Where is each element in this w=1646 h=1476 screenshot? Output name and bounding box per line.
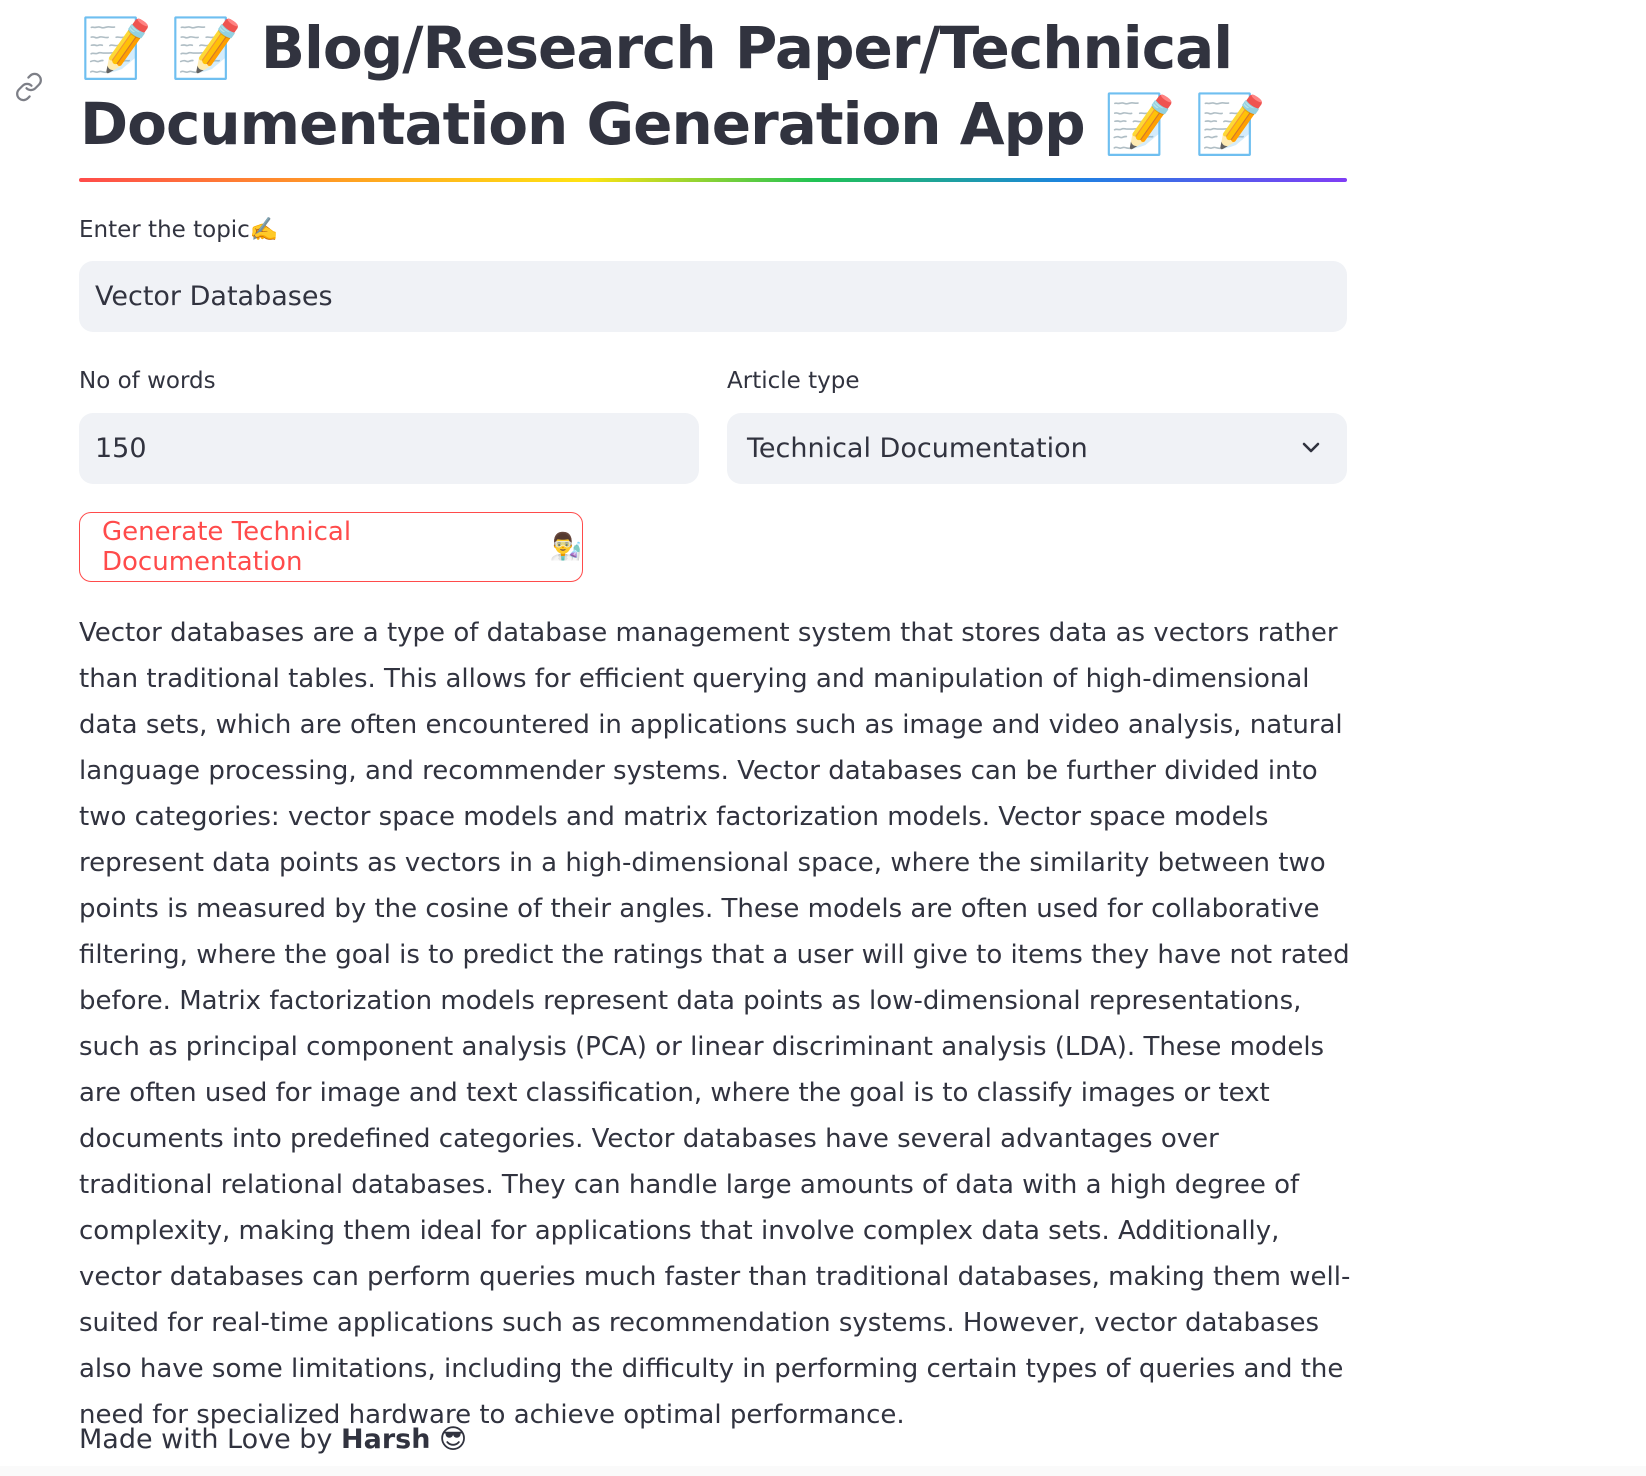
words-label: No of words (79, 368, 216, 394)
article-type-label: Article type (727, 368, 860, 394)
bottom-bar (0, 1466, 1646, 1476)
scientist-emoji: 👨‍🔬 (549, 532, 582, 562)
topic-input[interactable] (95, 281, 1347, 312)
article-type-select[interactable]: Technical Documentation (727, 413, 1347, 484)
page-title: 📝 📝 Blog/Research Paper/Technical Docume… (80, 14, 1267, 158)
topic-input-container[interactable] (79, 261, 1347, 332)
footer-emoji: 😎 (439, 1424, 468, 1455)
footer-credit: Made with Love by Harsh 😎 (79, 1424, 467, 1455)
article-type-selected: Technical Documentation (747, 433, 1088, 464)
words-input-container[interactable] (79, 413, 699, 484)
words-input[interactable] (95, 433, 699, 464)
generated-article: Vector databases are a type of database … (79, 618, 1351, 1430)
generate-button[interactable]: Generate Technical Documentation 👨‍🔬 (79, 512, 583, 582)
footer-author: Harsh (341, 1424, 431, 1455)
link-icon[interactable] (12, 70, 46, 104)
topic-label: Enter the topic✍️ (79, 217, 279, 243)
title-divider (79, 178, 1347, 182)
footer-prefix: Made with Love by (79, 1424, 341, 1455)
chevron-down-icon (1302, 442, 1320, 453)
generate-button-label: Generate Technical Documentation (102, 517, 352, 577)
app-page: 📝 📝 Blog/Research Paper/Technical Docume… (0, 0, 1646, 1476)
